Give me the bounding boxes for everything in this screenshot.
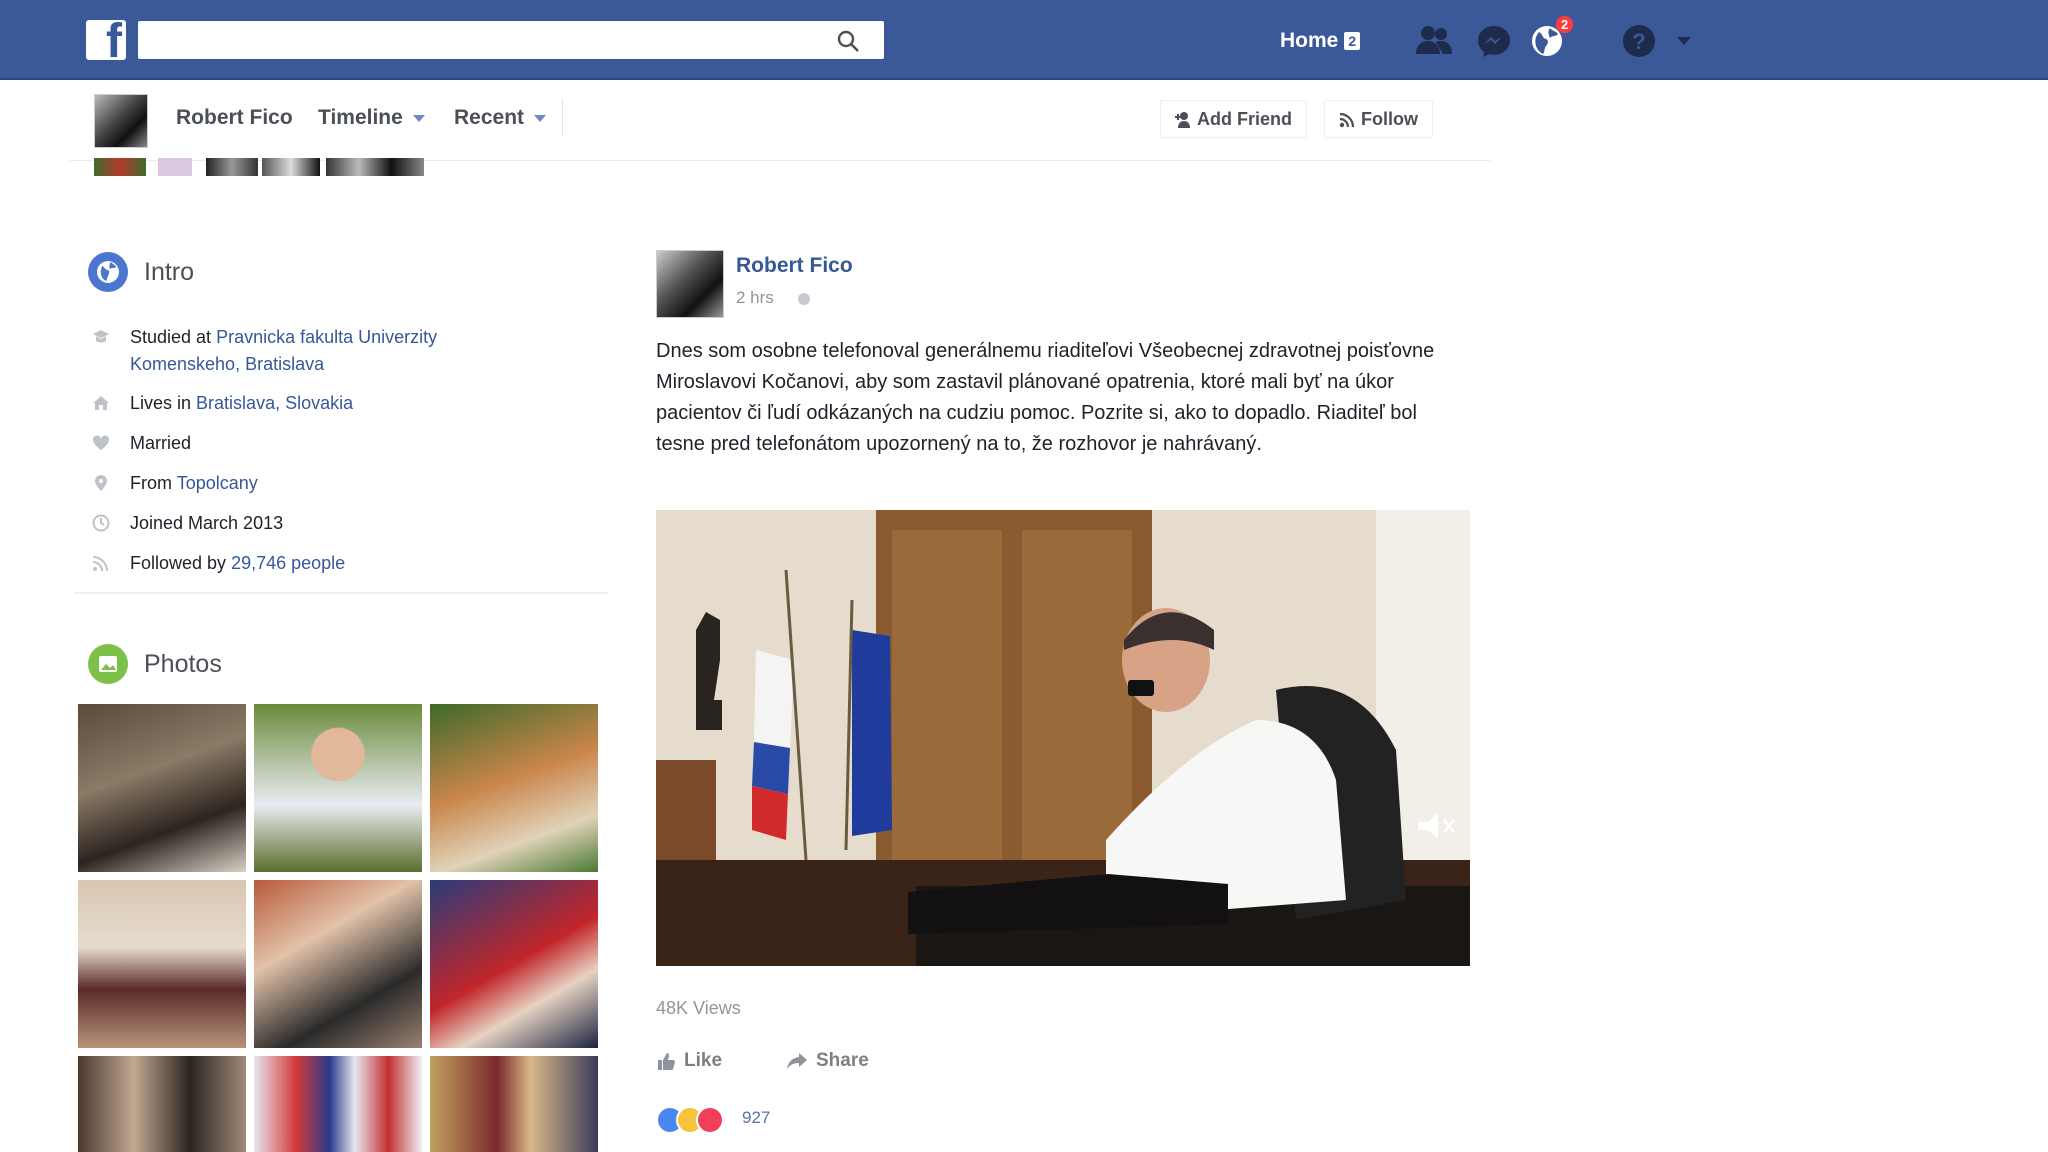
follow-button[interactable]: Follow	[1324, 100, 1433, 138]
intro-globe-icon	[88, 252, 128, 292]
clock-icon	[92, 514, 110, 532]
rss-icon	[92, 556, 108, 572]
lives-prefix: Lives in	[130, 393, 192, 413]
photos-title[interactable]: Photos	[144, 650, 222, 679]
photo-thumbnail[interactable]	[430, 1056, 598, 1152]
intro-title: Intro	[144, 258, 195, 286]
reaction-count[interactable]: 927	[742, 1108, 770, 1128]
followers-link[interactable]: 29,746 people	[231, 553, 345, 573]
lives-country-link[interactable]: Slovakia	[285, 393, 353, 413]
timeline-post: Robert Fico 2 hrs Dnes som osobne telefo…	[644, 236, 1474, 1152]
divider	[562, 98, 563, 136]
public-globe-icon	[797, 292, 810, 305]
add-friend-button[interactable]: Add Friend	[1160, 100, 1307, 138]
intro-card: Intro Studied at Pravnicka fakulta Unive…	[74, 236, 608, 594]
love-reaction-icon	[696, 1106, 724, 1134]
photo-thumbnail[interactable]	[254, 880, 422, 1048]
married-text: Married	[130, 433, 192, 453]
post-author-avatar[interactable]	[656, 250, 724, 318]
messenger-icon[interactable]	[1476, 24, 1512, 58]
cover-photo-strip	[94, 158, 424, 176]
home-link[interactable]: Home 2	[1280, 29, 1361, 53]
caret-down-icon[interactable]	[1676, 36, 1692, 46]
photo-thumbnail[interactable]	[78, 1056, 246, 1152]
heart-icon	[92, 435, 110, 450]
photo-thumbnail[interactable]	[254, 704, 422, 872]
intro-followed-row: Followed by 29,746 people	[92, 550, 520, 577]
intro-married-row: Married	[92, 430, 520, 457]
photo-thumbnail[interactable]	[78, 704, 246, 872]
post-video[interactable]	[656, 510, 1470, 966]
intro-joined-row: Joined March 2013	[92, 510, 520, 537]
photo-thumbnail[interactable]	[78, 880, 246, 1048]
post-text: Dnes som osobne telefonoval generálnemu …	[656, 340, 1435, 455]
photos-card: Photos	[74, 628, 608, 1152]
recent-caret-icon[interactable]	[534, 114, 547, 122]
photo-thumbnail[interactable]	[430, 880, 598, 1048]
joined-text: Joined March 2013	[130, 513, 284, 533]
top-navigation-bar: f Home 2 2 ?	[0, 0, 2048, 80]
thumbs-up-icon	[658, 1052, 675, 1070]
graduation-cap-icon	[93, 330, 109, 343]
home-count-badge: 2	[1344, 32, 1361, 51]
post-author-name[interactable]: Robert Fico	[736, 254, 853, 278]
share-label[interactable]: Share	[816, 1050, 869, 1072]
share-button[interactable]: Share	[786, 1050, 869, 1072]
home-icon	[93, 396, 109, 410]
like-button[interactable]: Like	[656, 1050, 722, 1072]
post-timestamp[interactable]: 2 hrs	[736, 288, 811, 308]
timeline-caret-icon[interactable]	[412, 114, 425, 122]
search-icon[interactable]	[836, 29, 860, 53]
svg-text:?: ?	[1632, 29, 1645, 54]
search-box[interactable]	[138, 21, 884, 59]
tab-timeline-label[interactable]: Timeline	[318, 106, 403, 129]
photos-icon	[88, 644, 128, 684]
follow-label: Follow	[1361, 109, 1418, 129]
followed-prefix: Followed by	[130, 553, 227, 573]
location-pin-icon	[95, 475, 107, 491]
add-friend-label: Add Friend	[1197, 109, 1292, 129]
tab-recent[interactable]: Recent	[454, 106, 547, 130]
intro-lives-row: Lives in Bratislava, Slovakia	[93, 390, 520, 417]
search-input[interactable]	[138, 21, 842, 59]
tab-timeline[interactable]: Timeline	[318, 106, 425, 130]
from-prefix: From	[130, 473, 172, 493]
add-friend-icon	[1175, 112, 1190, 129]
video-frame[interactable]	[656, 510, 1470, 966]
follow-rss-icon	[1339, 113, 1355, 128]
like-label[interactable]: Like	[684, 1050, 722, 1072]
video-views: 48K Views	[656, 998, 741, 1018]
lives-city-link[interactable]: Bratislava	[196, 393, 275, 413]
photo-thumbnail[interactable]	[254, 1056, 422, 1152]
photo-thumbnail[interactable]	[430, 704, 598, 872]
profile-avatar[interactable]	[94, 94, 148, 148]
studied-prefix: Studied at	[130, 327, 212, 347]
intro-from-row: From Topolcany	[95, 470, 520, 497]
notifications-badge: 2	[1556, 16, 1574, 33]
share-arrow-icon	[787, 1052, 807, 1069]
friends-icon[interactable]	[1414, 24, 1454, 56]
tab-recent-label[interactable]: Recent	[454, 106, 524, 129]
post-time-text[interactable]: 2 hrs	[736, 288, 774, 307]
profile-name[interactable]: Robert Fico	[176, 106, 293, 130]
from-link[interactable]: Topolcany	[177, 473, 258, 493]
intro-studied-row: Studied at Pravnicka fakulta Univerzity …	[93, 324, 520, 378]
home-label[interactable]: Home	[1280, 29, 1338, 52]
profile-subnav: Robert Fico Timeline Recent Add Friend F…	[70, 80, 1490, 161]
facebook-logo[interactable]: f	[86, 20, 126, 60]
help-icon[interactable]: ?	[1622, 24, 1656, 58]
